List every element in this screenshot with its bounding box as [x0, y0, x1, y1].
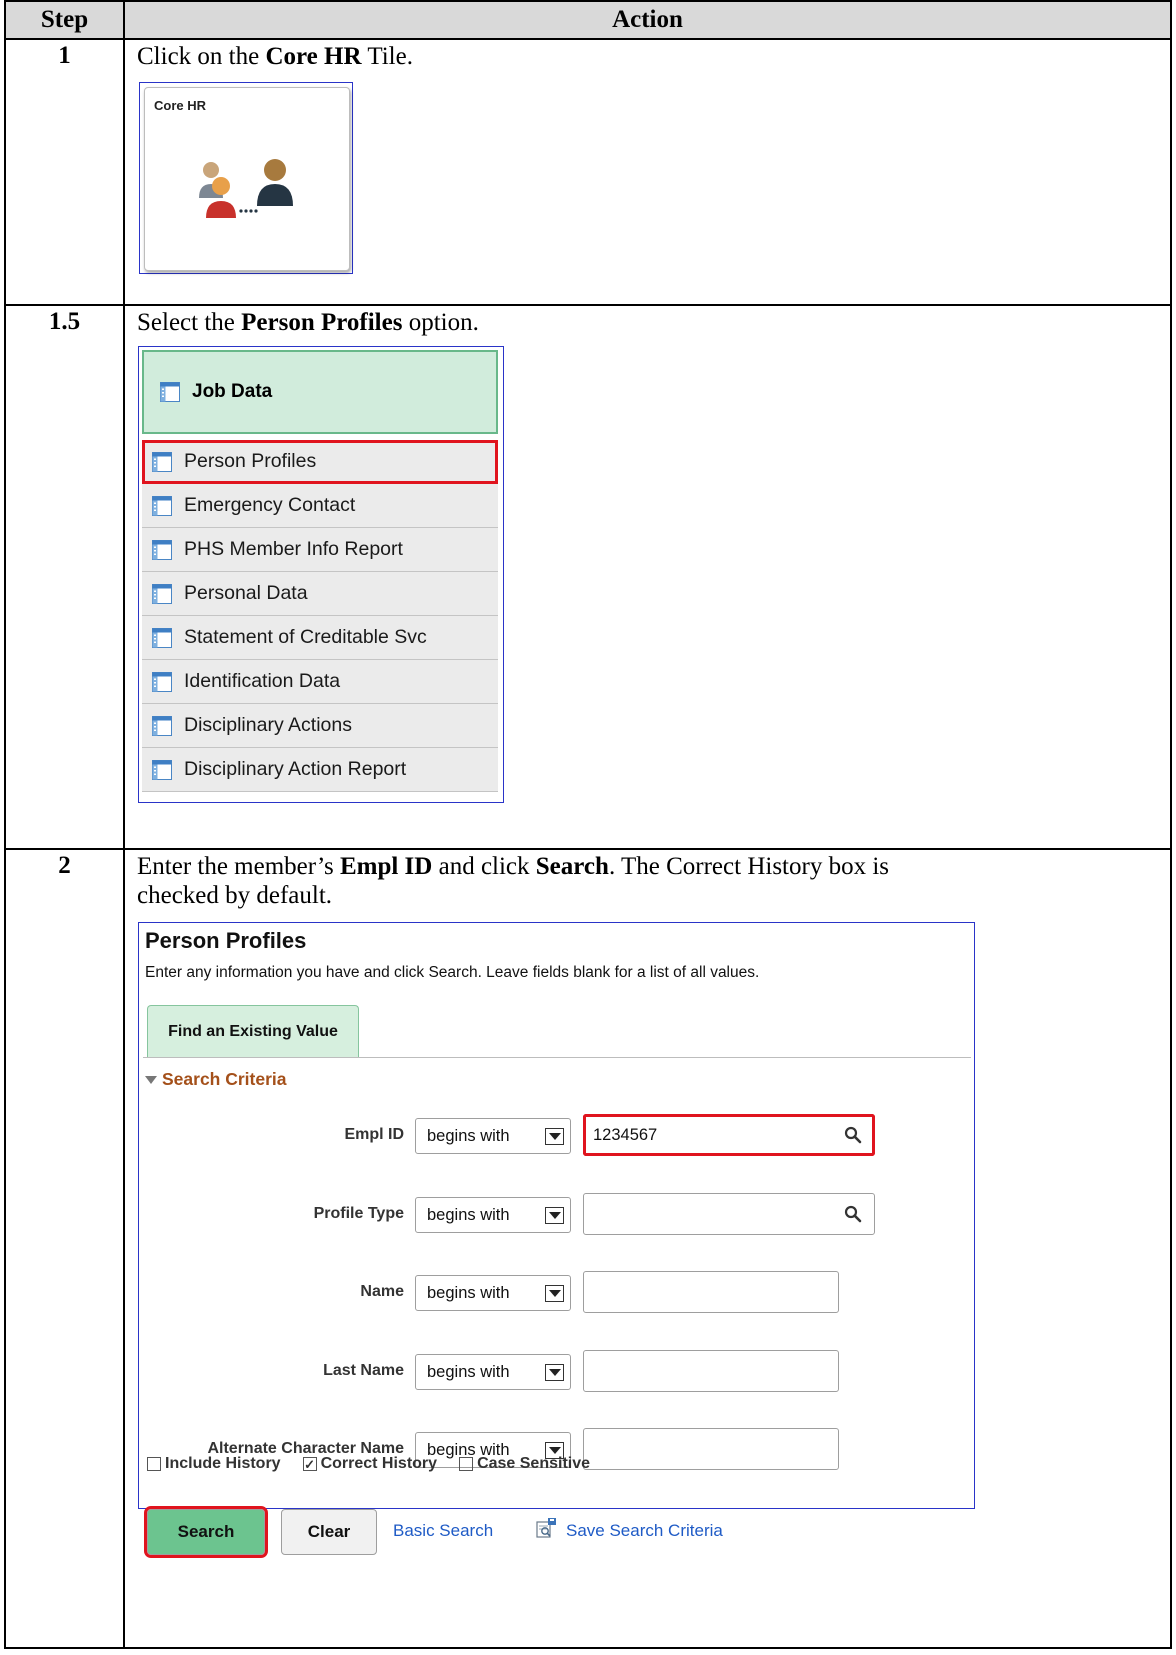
- menu-item-label: PHS Member Info Report: [184, 538, 403, 560]
- field-input[interactable]: [583, 1193, 875, 1235]
- menu-item[interactable]: Disciplinary Actions: [142, 704, 498, 748]
- operator-select[interactable]: begins with: [415, 1197, 571, 1233]
- search-options: Include History ✓ Correct History Case Sens…: [147, 1455, 612, 1473]
- menu-header-job-data[interactable]: Job Data: [142, 350, 498, 434]
- header-action: Action: [123, 0, 1172, 40]
- operator-value: begins with: [427, 1205, 510, 1224]
- checkbox-label: Include History: [165, 1455, 281, 1472]
- tab-find-existing-value[interactable]: Find an Existing Value: [147, 1005, 359, 1058]
- step-number: 2: [4, 848, 125, 1649]
- table-row: 1 Click on the Core HR Tile. Core HR: [4, 38, 1172, 306]
- save-search-criteria-link[interactable]: Save Search Criteria: [566, 1521, 723, 1541]
- screenshot-person-profiles-search: Person Profiles Enter any information yo…: [138, 922, 975, 1558]
- checkbox[interactable]: ✓: [302, 1457, 317, 1471]
- menu-header-label: Job Data: [192, 381, 273, 402]
- menu-item-label: Person Profiles: [184, 450, 317, 472]
- menu-item[interactable]: Personal Data: [142, 572, 498, 616]
- page-icon: [160, 382, 180, 402]
- menu-item[interactable]: Identification Data: [142, 660, 498, 704]
- page-icon: [152, 716, 172, 736]
- checkbox-label: Case Sensitive: [477, 1455, 591, 1472]
- field-input[interactable]: [583, 1350, 839, 1392]
- core-hr-tile[interactable]: Core HR: [144, 87, 350, 271]
- table-header-row: Step Action: [4, 0, 1172, 40]
- procedure-table: Step Action 1 Click on the Core HR Tile.…: [4, 0, 1172, 1649]
- page-icon: [152, 760, 172, 780]
- header-step: Step: [4, 0, 125, 40]
- search-hint: Enter any information you have and click…: [145, 964, 760, 981]
- clear-button[interactable]: Clear: [281, 1509, 377, 1555]
- field-input[interactable]: [583, 1428, 839, 1470]
- menu-item-label: Identification Data: [184, 670, 341, 692]
- checkbox-option[interactable]: Include History: [147, 1455, 281, 1473]
- chevron-down-icon[interactable]: [545, 1364, 564, 1381]
- people-connection-icon: [199, 159, 293, 218]
- operator-value: begins with: [427, 1126, 510, 1145]
- page-icon: [152, 540, 172, 560]
- menu-item-label: Personal Data: [184, 582, 308, 604]
- screenshot-job-data-menu: Job Data Person Profiles Emergency Contac…: [138, 346, 504, 803]
- search-icon[interactable]: [844, 1126, 862, 1144]
- menu-item-label: Emergency Contact: [184, 494, 356, 516]
- page-icon: [152, 628, 172, 648]
- page-title: Person Profiles: [145, 928, 307, 953]
- search-icon[interactable]: [844, 1205, 862, 1223]
- operator-select[interactable]: begins with: [415, 1118, 571, 1154]
- field-label: Empl ID: [344, 1126, 404, 1143]
- menu-item[interactable]: PHS Member Info Report: [142, 528, 498, 572]
- tile-title: Core HR: [154, 98, 207, 113]
- step-number: 1.5: [4, 304, 125, 850]
- screenshot-core-hr-tile: Core HR: [139, 82, 353, 274]
- menu-item[interactable]: Emergency Contact: [142, 484, 498, 528]
- menu-item-label: Disciplinary Action Report: [184, 758, 407, 780]
- checkbox[interactable]: [459, 1457, 474, 1471]
- menu-item-label: Disciplinary Actions: [184, 714, 352, 736]
- field-label: Profile Type: [313, 1205, 404, 1222]
- chevron-down-icon[interactable]: [545, 1207, 564, 1224]
- menu-item[interactable]: Person Profiles: [142, 440, 498, 484]
- step-instruction: Select the Person Profiles option.: [137, 309, 479, 336]
- search-button[interactable]: Search: [144, 1506, 268, 1558]
- chevron-down-icon[interactable]: [545, 1128, 564, 1145]
- action-cell: Select the Person Profiles option. Job D…: [123, 304, 1172, 850]
- menu-list: Person Profiles Emergency Contact PHS Memb…: [142, 440, 498, 792]
- operator-select[interactable]: begins with: [415, 1275, 571, 1311]
- action-cell: Click on the Core HR Tile. Core HR: [123, 38, 1172, 306]
- page-icon: [152, 496, 172, 516]
- field-label: Last Name: [323, 1362, 404, 1379]
- checkbox-label: Correct History: [320, 1455, 438, 1472]
- page-icon: [152, 584, 172, 604]
- operator-value: begins with: [427, 1283, 510, 1302]
- menu-item-label: Statement of Creditable Svc: [184, 626, 427, 648]
- collapse-triangle-icon: [145, 1075, 157, 1084]
- menu-item[interactable]: Statement of Creditable Svc: [142, 616, 498, 660]
- page-icon: [152, 452, 172, 472]
- field-value: 1234567: [593, 1125, 658, 1144]
- save-search-icon[interactable]: [535, 1517, 557, 1539]
- menu-item[interactable]: Disciplinary Action Report: [142, 748, 498, 792]
- checkbox[interactable]: [147, 1457, 161, 1471]
- operator-select[interactable]: begins with: [415, 1354, 571, 1390]
- step-instruction: Enter the member’s Empl ID and click Sea…: [137, 853, 889, 909]
- field-input[interactable]: [583, 1271, 839, 1313]
- search-criteria-label: Search Criteria: [162, 1069, 287, 1089]
- table-row: 2 Enter the member’s Empl ID and click S…: [4, 848, 1172, 1649]
- checkbox-option[interactable]: Case Sensitive: [459, 1455, 590, 1473]
- action-cell: Enter the member’s Empl ID and click Sea…: [123, 848, 1172, 1649]
- search-criteria-toggle[interactable]: Search Criteria: [145, 1069, 287, 1090]
- step-instruction: Click on the Core HR Tile.: [137, 43, 413, 70]
- field-input[interactable]: 1234567: [583, 1114, 875, 1156]
- checkbox-option[interactable]: ✓ Correct History: [302, 1455, 438, 1473]
- field-label: Name: [360, 1283, 404, 1300]
- operator-value: begins with: [427, 1362, 510, 1381]
- basic-search-link[interactable]: Basic Search: [393, 1521, 493, 1541]
- page-icon: [152, 672, 172, 692]
- chevron-down-icon[interactable]: [545, 1285, 564, 1302]
- step-number: 1: [4, 38, 125, 306]
- table-row: 1.5 Select the Person Profiles option. J…: [4, 304, 1172, 850]
- tab-divider: [143, 1057, 971, 1058]
